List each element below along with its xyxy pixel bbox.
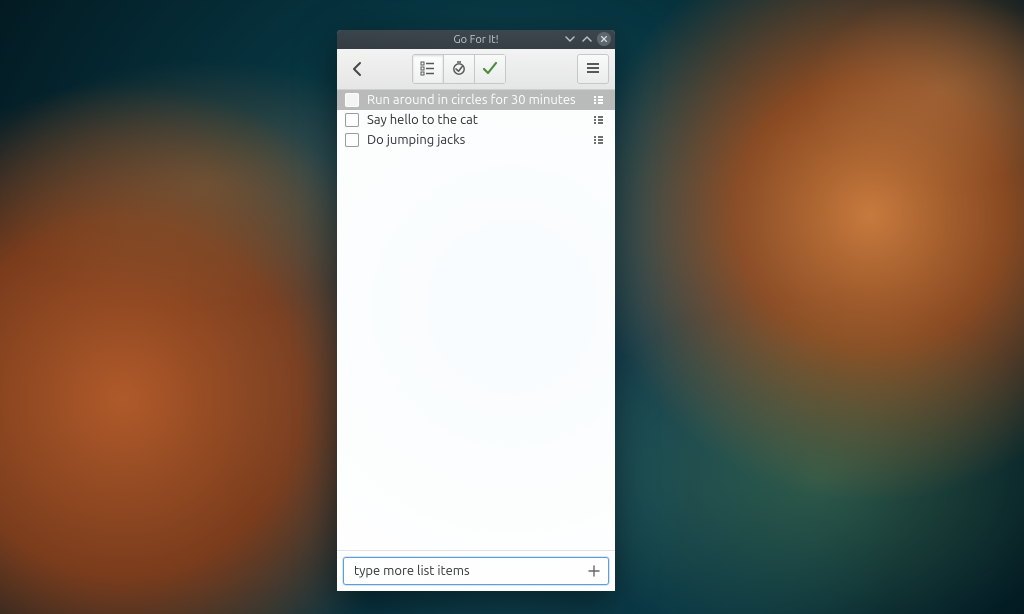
drag-handle-icon[interactable]: [593, 134, 607, 146]
drag-handle-icon[interactable]: [593, 114, 607, 126]
timer-icon: [451, 60, 467, 79]
window-title: Go For It!: [453, 34, 498, 46]
titlebar[interactable]: Go For It!: [337, 30, 615, 49]
view-switcher: [412, 54, 506, 84]
window-buttons: [563, 32, 611, 46]
tab-done[interactable]: [475, 54, 506, 84]
task-checkbox[interactable]: [345, 93, 359, 107]
task-label: Say hello to the cat: [367, 113, 585, 127]
task-label: Do jumping jacks: [367, 133, 585, 147]
desktop-background: Go For It!: [0, 0, 1024, 614]
back-button[interactable]: [343, 55, 373, 83]
add-task-input[interactable]: [352, 563, 586, 579]
list-icon: [420, 60, 436, 79]
close-window-icon[interactable]: [597, 32, 611, 46]
drag-handle-icon[interactable]: [593, 94, 607, 106]
task-row[interactable]: Run around in circles for 30 minutes: [337, 90, 615, 110]
input-bar: [337, 550, 615, 591]
toolbar: [337, 49, 615, 90]
task-row[interactable]: Say hello to the cat: [337, 110, 615, 130]
hamburger-icon: [585, 61, 601, 78]
tab-timer[interactable]: [444, 54, 475, 84]
tab-todo[interactable]: [412, 54, 444, 84]
add-task-plus-icon[interactable]: [586, 563, 602, 579]
dropdown-window-icon[interactable]: [563, 33, 576, 46]
menu-button[interactable]: [577, 54, 609, 84]
app-window: Go For It!: [337, 30, 615, 591]
task-label: Run around in circles for 30 minutes: [367, 93, 585, 107]
task-list[interactable]: Run around in circles for 30 minutes Say…: [337, 90, 615, 550]
maximize-window-icon[interactable]: [580, 33, 593, 46]
add-task-field[interactable]: [343, 557, 609, 585]
task-checkbox[interactable]: [345, 113, 359, 127]
task-checkbox[interactable]: [345, 133, 359, 147]
task-row[interactable]: Do jumping jacks: [337, 130, 615, 150]
check-icon: [482, 60, 498, 79]
